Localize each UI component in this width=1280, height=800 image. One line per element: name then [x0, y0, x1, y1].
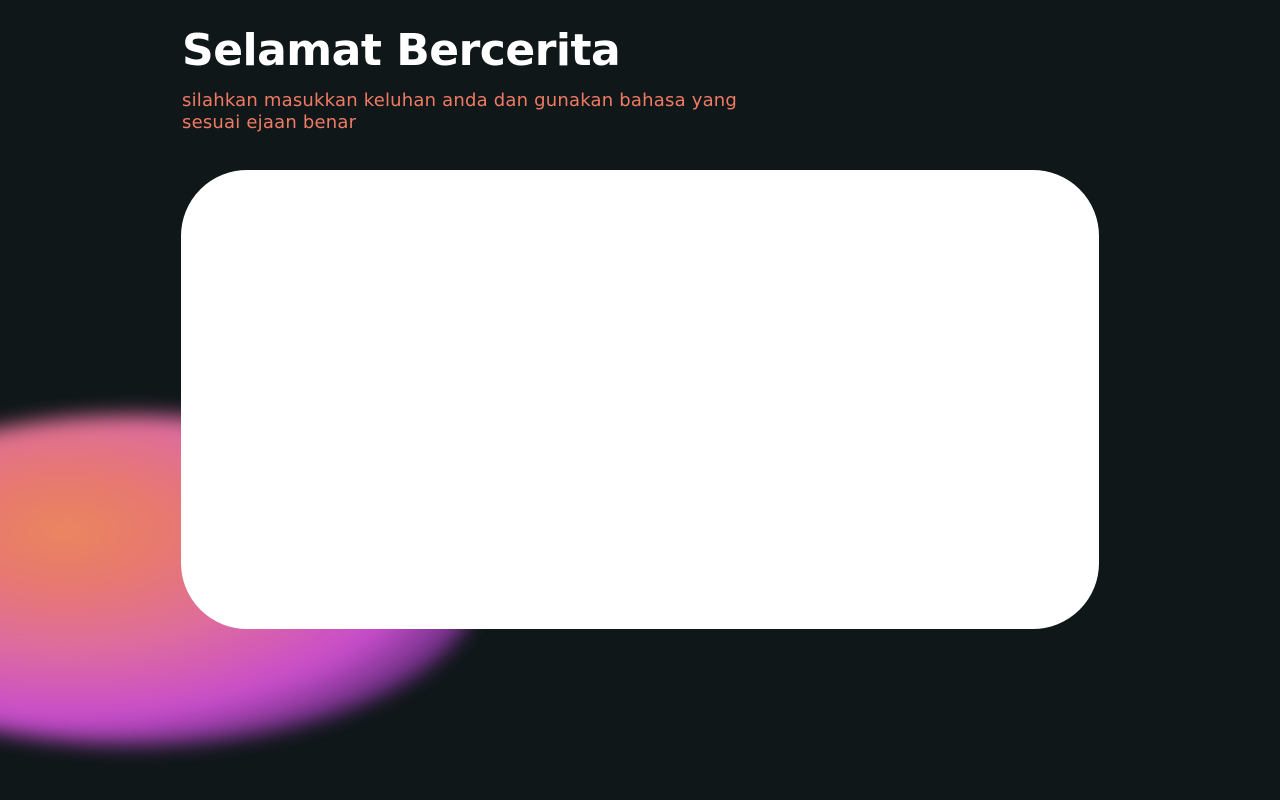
page-header: Selamat Bercerita silahkan masukkan kelu…: [182, 24, 1082, 134]
page-title: Selamat Bercerita: [182, 25, 621, 76]
page-subtitle: silahkan masukkan keluhan anda dan gunak…: [182, 90, 738, 133]
complaint-input[interactable]: [181, 170, 1099, 629]
page: Selamat Bercerita silahkan masukkan kelu…: [0, 0, 1280, 800]
